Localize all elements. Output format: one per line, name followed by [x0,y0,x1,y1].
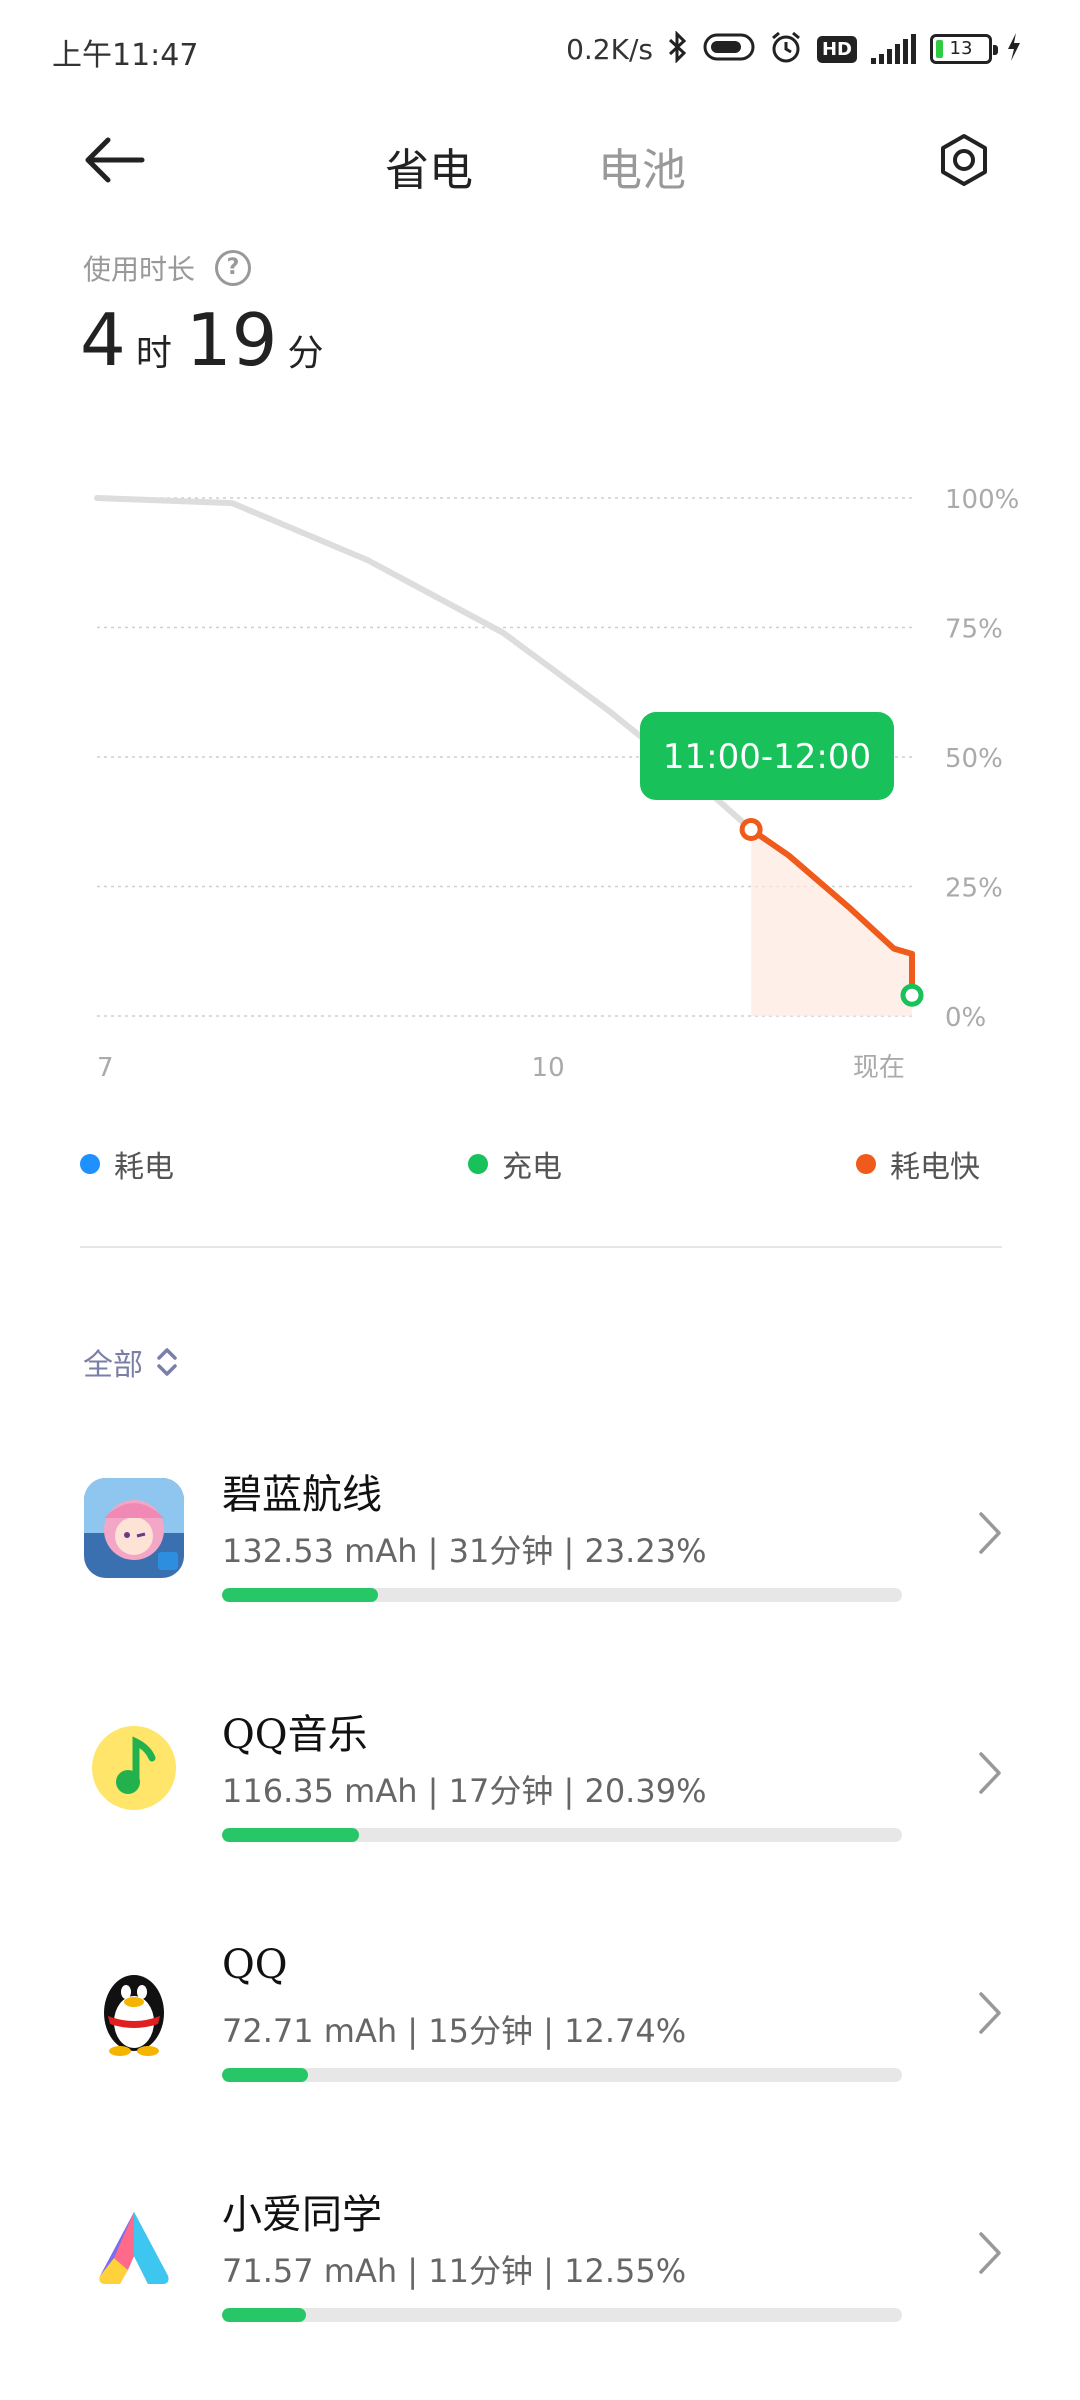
legend-fast-drain-label: 耗电快 [890,1150,980,1185]
back-button[interactable] [82,130,152,190]
series-area-fast-drain [751,829,912,1016]
app-usage-fill [222,1828,360,1842]
tab-power-saving[interactable]: 省电 [385,134,473,198]
legend-charge: 充电 [468,1142,562,1186]
app-usage-bar [222,1588,902,1602]
legend-drain-label: 耗电 [114,1150,174,1185]
chevron-right-icon [979,1992,1001,2034]
app-stats: 72.71 mAh | 15分钟 | 12.74% [222,2012,687,2050]
list-item-app-3[interactable]: QQ 72.71 mAh | 15分钟 | 12.74% [0,1920,1080,2120]
app-name: 碧蓝航线 [222,1472,382,1518]
net-speed: 0.2K/s [566,32,653,66]
list-item-app-1[interactable]: 碧蓝航线 132.53 mAh | 31分钟 | 23.23% [0,1440,1080,1640]
usage-minutes: 19 [185,298,278,382]
section-divider [80,1246,1002,1248]
chevron-right-icon [979,1752,1001,1794]
usage-minutes-unit: 分 [287,333,324,374]
status-icons: 0.2K/s HD 13 [566,30,1022,68]
usage-duration-label: 使用时长 ? [83,248,252,288]
settings-button[interactable] [936,132,992,188]
usage-duration-value: 4 时 19 分 [80,298,337,382]
legend-fast-drain: 耗电快 [856,1142,980,1186]
alarm-icon [769,30,803,68]
legend-fast-drain-dot [856,1154,876,1174]
app-usage-bar [222,1828,902,1842]
sort-updown-icon [157,1348,177,1376]
legend-drain: 耗电 [80,1142,174,1186]
battery-chart-svg: 100% 75% 50% 25% 0% 7 10 现在 11:00-12:00 [94,485,1019,1083]
x-tick-label: 10 [532,1053,565,1083]
usage-hours: 4 [80,298,126,382]
status-time: 上午11:47 [52,38,199,73]
usage-hours-unit: 时 [135,333,172,374]
legend-drain-dot [80,1154,100,1174]
x-tick-label: 7 [97,1053,114,1083]
signal-icon [871,34,916,64]
status-bar: 上午11:47 0.2K/s HD 13 [0,0,1080,100]
settings-hex-icon [941,134,987,186]
usage-label-text: 使用时长 [83,253,196,286]
app-usage-fill [222,1588,379,1602]
app-name: QQ音乐 [222,1712,368,1758]
vibrate-icon [703,32,755,66]
chart-point-current [900,983,924,1007]
app-usage-fill [222,2308,307,2322]
hd-icon: HD [816,35,857,63]
tab-battery[interactable]: 电池 [598,134,686,198]
qq-app-icon [84,1958,184,2058]
list-item-app-4[interactable]: 小爱同学 71.57 mAh | 11分钟 | 12.55% [0,2160,1080,2360]
qq-music-app-icon [84,1718,184,1818]
battery-chart[interactable]: 100% 75% 50% 25% 0% 7 10 现在 11:00-12:00 [0,460,1080,1100]
app-name: QQ [222,1942,288,1988]
legend-charge-label: 充电 [502,1150,562,1185]
battery-level: 13 [949,38,973,59]
chart-point-drain-fast-start [739,818,763,842]
y-tick-label: 25% [945,874,1003,904]
charging-bolt-icon [1006,32,1022,66]
y-tick-label: 75% [945,615,1003,645]
list-item-app-2[interactable]: QQ音乐 116.35 mAh | 17分钟 | 20.39% [0,1680,1080,1880]
y-tick-label: 100% [945,485,1019,515]
app-usage-fill [222,2068,308,2082]
battery-icon: 13 [930,34,998,64]
filter-dropdown[interactable]: 全部 [83,1340,179,1384]
bluetooth-icon [667,30,689,67]
filter-label: 全部 [83,1348,143,1383]
chart-tooltip-label: 11:00-12:00 [663,737,871,777]
app-stats: 132.53 mAh | 31分钟 | 23.23% [222,1532,707,1570]
y-tick-label: 0% [945,1003,986,1033]
y-tick-label: 50% [945,744,1003,774]
azur-lane-app-icon [84,1478,184,1578]
help-icon[interactable]: ? [215,250,252,286]
xiaoai-app-icon [84,2198,184,2298]
app-usage-bar [222,2068,902,2082]
x-tick-label: 现在 [853,1053,905,1083]
app-name: 小爱同学 [222,2192,382,2238]
chevron-right-icon [979,2232,1001,2274]
chevron-right-icon [979,1512,1001,1554]
app-usage-bar [222,2308,902,2322]
back-arrow-icon [85,137,145,183]
app-stats: 71.57 mAh | 11分钟 | 12.55% [222,2252,687,2290]
header: 省电 电池 [0,100,1080,220]
app-stats: 116.35 mAh | 17分钟 | 20.39% [222,1772,707,1810]
legend-charge-dot [468,1154,488,1174]
